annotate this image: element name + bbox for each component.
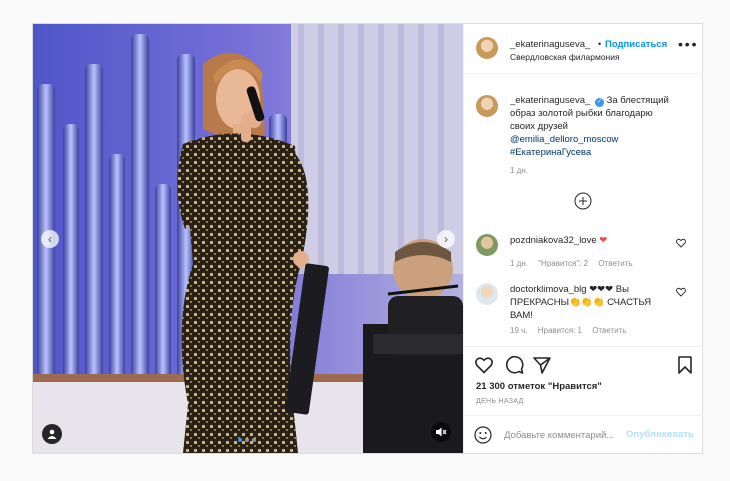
comment-reply-button[interactable]: Ответить [592, 326, 626, 335]
carousel-dot-active [238, 438, 242, 442]
author-avatar[interactable] [476, 37, 498, 59]
comment-body: pozdniakova32_love ❤ [510, 234, 670, 247]
commenter-avatar[interactable] [476, 283, 498, 305]
like-heart-icon[interactable] [474, 355, 494, 375]
likes-count[interactable]: 21 300 отметок "Нравится" [476, 381, 602, 392]
post-media[interactable]: ‹ › [33, 24, 463, 453]
location-link[interactable]: Свердловская филармония [510, 52, 620, 62]
comment-likes-count[interactable]: "Нравится": 2 [538, 259, 588, 268]
carousel-indicator [238, 438, 256, 442]
speaker-muted-icon [436, 427, 447, 437]
more-options-icon[interactable]: • • • [678, 36, 697, 52]
comment-likes-count[interactable]: Нравится: 1 [538, 326, 582, 335]
caption-timestamp: 1 дн. [510, 166, 528, 175]
mute-toggle-button[interactable] [431, 422, 451, 442]
commenter-avatar[interactable] [476, 234, 498, 256]
comment-time: 1 дн. [510, 259, 528, 268]
instagram-post: ‹ › _ekaterinaguseva_ • Подписаться Свер… [32, 23, 703, 454]
commenter-username[interactable]: doctorklimova_blg [510, 284, 587, 295]
load-more-comments-icon[interactable] [574, 192, 592, 210]
publish-comment-button[interactable]: Опубликовать [626, 429, 694, 440]
carousel-dot [245, 438, 249, 442]
emoji-smiley-icon[interactable] [474, 426, 492, 444]
header-separator: • [598, 39, 602, 49]
comment-text: ❤ [599, 235, 608, 246]
verified-badge-icon: ✓ [594, 98, 604, 107]
comment-like-heart-icon[interactable] [676, 238, 686, 248]
comment-time: 19 ч. [510, 326, 528, 335]
add-comment-bar: Опубликовать [464, 415, 703, 453]
comment-reply-button[interactable]: Ответить [598, 259, 632, 268]
next-slide-button[interactable]: › [437, 230, 455, 248]
share-paper-plane-icon[interactable] [532, 355, 552, 375]
caption-mention[interactable]: @emilia_delloro_moscow [510, 134, 618, 145]
carousel-dot [252, 438, 256, 442]
comment-body: doctorklimova_blg ❤❤❤ Вы ПРЕКРАСНЫ👏👏👏 СЧ… [510, 283, 670, 322]
follow-button[interactable]: Подписаться [605, 39, 667, 50]
post-actions: 21 300 отметок "Нравится" ДЕНЬ НАЗАД [464, 346, 703, 426]
caption-hashtag[interactable]: #ЕкатеринаГусева [510, 147, 591, 158]
concert-photo [33, 24, 463, 453]
comment-bubble-icon[interactable] [504, 355, 524, 375]
author-username[interactable]: _ekaterinaguseva_ [510, 39, 590, 50]
comment-like-heart-icon[interactable] [676, 287, 686, 297]
post-caption: _ekaterinaguseva_ ✓ За блестящий образ з… [510, 94, 680, 159]
person-icon [47, 429, 57, 439]
save-bookmark-icon[interactable] [675, 355, 695, 375]
commenter-username[interactable]: pozdniakova32_love [510, 235, 597, 246]
previous-slide-button[interactable]: ‹ [41, 230, 59, 248]
comment-meta: 1 дн. "Нравится": 2 Ответить [510, 259, 641, 268]
comment-input[interactable] [504, 426, 624, 444]
post-timestamp: ДЕНЬ НАЗАД [476, 398, 524, 405]
tagged-users-button[interactable] [42, 424, 62, 444]
caption-author-avatar[interactable] [476, 95, 498, 117]
caption-username[interactable]: _ekaterinaguseva_ [510, 95, 590, 106]
comment-meta: 19 ч. Нравится: 1 Ответить [510, 326, 634, 335]
post-sidebar: _ekaterinaguseva_ • Подписаться Свердлов… [463, 24, 703, 453]
post-header: _ekaterinaguseva_ • Подписаться Свердлов… [464, 24, 703, 74]
